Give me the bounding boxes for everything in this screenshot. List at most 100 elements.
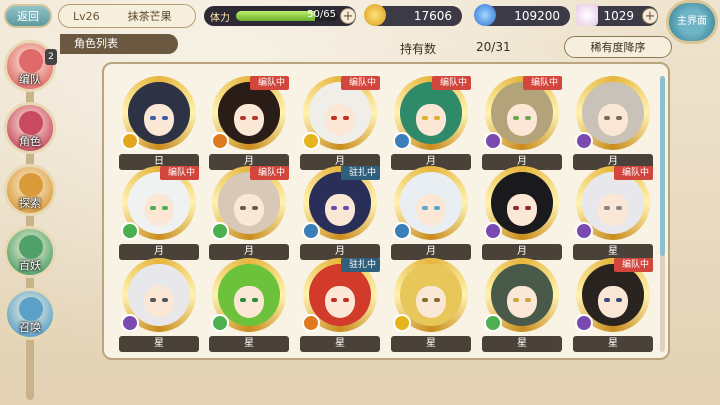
soul-value: 109200: [514, 9, 560, 23]
character-card[interactable]: 编队中星: [573, 166, 653, 262]
character-portrait: [128, 264, 190, 326]
portrait-eye: [513, 206, 519, 210]
left-nav: 编队 2 角色探索百妖召唤: [0, 40, 62, 405]
status-tag: 编队中: [159, 166, 199, 180]
element-icon: [575, 132, 593, 150]
character-card[interactable]: 编队中星: [573, 258, 653, 354]
portrait-eye: [252, 206, 258, 210]
character-portrait: [309, 264, 371, 326]
portrait-face: [598, 194, 628, 226]
nav-item-3[interactable]: 百妖: [4, 226, 56, 278]
portrait-face: [144, 104, 174, 136]
element-icon: [575, 314, 593, 332]
element-icon: [302, 314, 320, 332]
portrait-face: [325, 104, 355, 136]
character-card[interactable]: 月: [482, 166, 562, 262]
portrait-eye: [604, 206, 610, 210]
portrait-face: [144, 194, 174, 226]
element-icon: [484, 132, 502, 150]
nav-icon: [19, 235, 43, 259]
player-name: 抹茶芒果: [127, 10, 172, 23]
character-portrait: [309, 172, 371, 234]
soul-flame-icon: [474, 4, 496, 26]
character-portrait: [582, 264, 644, 326]
scroll-thumb[interactable]: [660, 76, 665, 256]
character-card[interactable]: 驻扎中月: [300, 166, 380, 262]
character-card[interactable]: 编队中月: [300, 76, 380, 172]
stamina-label: 体力: [210, 12, 230, 24]
character-card[interactable]: 月: [573, 76, 653, 172]
character-portrait: [400, 172, 462, 234]
coin-value: 17606: [413, 9, 452, 23]
sort-rarity-button[interactable]: 稀有度降序: [564, 36, 672, 58]
portrait-eye: [513, 298, 519, 302]
portrait-eye: [616, 206, 622, 210]
character-portrait: [491, 264, 553, 326]
character-card[interactable]: 星: [119, 258, 199, 354]
sort-label: 稀有度降序: [590, 41, 646, 54]
jade-gem-icon: [576, 4, 598, 26]
nav-label: 探索: [19, 197, 41, 210]
portrait-eye: [343, 298, 349, 302]
character-portrait: [218, 172, 280, 234]
status-tag: 编队中: [340, 76, 380, 90]
character-card[interactable]: 星: [482, 258, 562, 354]
coin-icon: [364, 4, 386, 26]
back-button[interactable]: 返回: [4, 4, 52, 28]
rarity-label: 星: [391, 336, 471, 352]
nav-item-0[interactable]: 编队 2: [4, 40, 57, 92]
portrait-face: [234, 194, 264, 226]
character-portrait: [491, 82, 553, 144]
status-tag: 编队中: [522, 76, 562, 90]
element-icon: [393, 132, 411, 150]
character-card[interactable]: 编队中月: [482, 76, 562, 172]
nav-item-4[interactable]: 召唤: [4, 288, 56, 340]
portrait-eye: [422, 298, 428, 302]
player-level: Lv26: [73, 9, 100, 23]
character-portrait: [128, 82, 190, 144]
character-card[interactable]: 驻扎中星: [300, 258, 380, 354]
rarity-label: 星: [573, 336, 653, 352]
nav-icon: [19, 111, 43, 135]
nav-item-2[interactable]: 探索: [4, 164, 56, 216]
home-button[interactable]: 主界面: [666, 0, 718, 44]
back-label: 返回: [17, 10, 39, 23]
character-card[interactable]: 编队中月: [209, 76, 289, 172]
character-card[interactable]: 日: [119, 76, 199, 172]
add-stamina-button[interactable]: +: [340, 8, 356, 24]
portrait-face: [234, 104, 264, 136]
status-tag: 驻扎中: [340, 258, 380, 272]
portrait-eye: [331, 298, 337, 302]
character-card[interactable]: 月: [391, 166, 471, 262]
character-card[interactable]: 星: [391, 258, 471, 354]
portrait-eye: [422, 116, 428, 120]
scrollbar[interactable]: [660, 76, 665, 352]
nav-badge: 2: [45, 49, 57, 65]
portrait-eye: [331, 116, 337, 120]
character-card[interactable]: 星: [209, 258, 289, 354]
character-portrait: [582, 172, 644, 234]
portrait-face: [507, 194, 537, 226]
portrait-eye: [150, 206, 156, 210]
add-jade-button[interactable]: +: [642, 8, 658, 24]
rarity-label: 星: [300, 336, 380, 352]
status-tag: 编队中: [249, 166, 289, 180]
nav-item-1[interactable]: 角色: [4, 102, 56, 154]
portrait-eye: [240, 298, 246, 302]
stamina-fill: [236, 11, 315, 21]
portrait-eye: [343, 116, 349, 120]
portrait-eye: [162, 116, 168, 120]
character-card[interactable]: 编队中月: [119, 166, 199, 262]
nav-label: 编队: [19, 73, 41, 86]
portrait-eye: [240, 206, 246, 210]
soul-counter: 109200: [474, 4, 570, 26]
character-card[interactable]: 编队中月: [391, 76, 471, 172]
nav-icon: [19, 49, 43, 73]
portrait-face: [416, 104, 446, 136]
character-card[interactable]: 编队中月: [209, 166, 289, 262]
player-info[interactable]: Lv26 抹茶芒果: [58, 4, 196, 28]
tab-character-list[interactable]: 角色列表: [60, 34, 178, 54]
element-icon: [121, 132, 139, 150]
element-icon: [393, 314, 411, 332]
jade-counter: 1029 +: [576, 4, 658, 26]
